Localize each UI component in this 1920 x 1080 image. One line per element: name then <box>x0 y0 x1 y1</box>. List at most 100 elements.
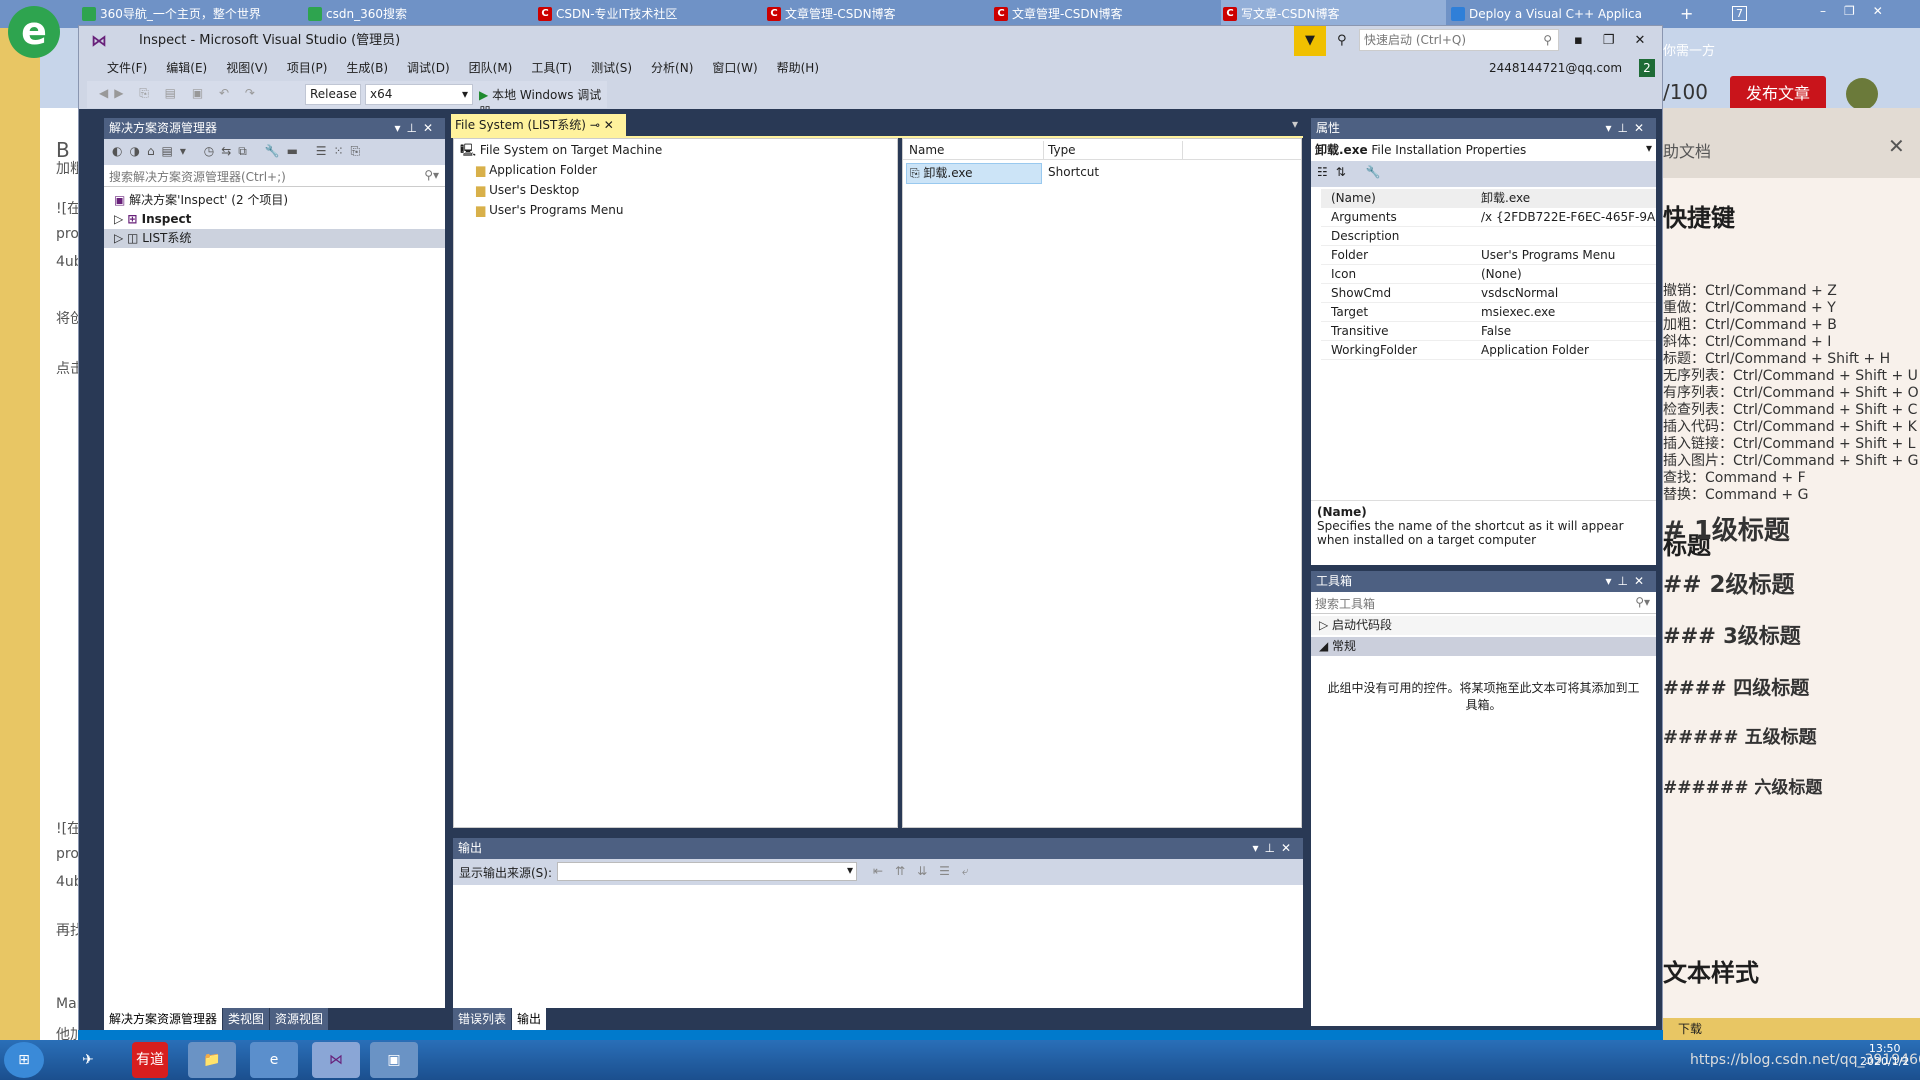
tab-bottom[interactable]: 输出 <box>512 1008 547 1030</box>
menu-item[interactable]: 编辑(E) <box>166 61 207 75</box>
menu-item[interactable]: 团队(M) <box>469 61 513 75</box>
notification-badge[interactable]: 2 <box>1639 59 1655 77</box>
menu-item[interactable]: 调试(D) <box>407 61 450 75</box>
tab-file-system[interactable]: File System (LIST系统) ⊸ ✕ <box>451 114 626 136</box>
taskbar-app-explorer[interactable]: 📁 <box>188 1042 236 1078</box>
window-controls[interactable]: –❐✕ <box>1820 4 1901 18</box>
solution-toolbar[interactable]: ◐◑⌂▤▾ ◷⇆⧉ 🔧▬ ☰⁙⎘ <box>104 139 445 165</box>
menu-item[interactable]: 工具(T) <box>531 61 572 75</box>
browser-tab[interactable]: C CSDN-专业IT技术社区 <box>536 0 761 28</box>
account-name[interactable]: 2448144721@qq.com <box>1489 56 1622 80</box>
configuration-select[interactable]: Release ▾ <box>305 84 361 120</box>
property-row[interactable]: ShowCmd vsdscNormal <box>1321 284 1656 303</box>
avatar[interactable] <box>1846 78 1878 110</box>
platform-select[interactable]: x64 ▾ <box>365 84 473 105</box>
document-menu-icon[interactable]: ▾ <box>1292 117 1298 131</box>
property-row[interactable]: Transitive False <box>1321 322 1656 341</box>
toolbox-group-snippets[interactable]: ▷ 启动代码段 <box>1311 616 1656 635</box>
menu-item[interactable]: 文件(F) <box>107 61 147 75</box>
visual-studio-window: ⋈ Inspect - Microsoft Visual Studio (管理员… <box>78 25 1663 1040</box>
tree-item-solution[interactable]: ▣ 解决方案'Inspect' (2 个项目) <box>104 191 445 210</box>
pin-icon[interactable]: ⊸ <box>590 118 600 132</box>
user-name[interactable]: 你需一方 <box>1663 40 1715 59</box>
property-row[interactable]: Description <box>1321 227 1656 246</box>
list-item[interactable]: ⎘ 卸载.exe Shortcut <box>903 163 1301 184</box>
tab-bottom[interactable]: 类视图 <box>223 1008 270 1030</box>
menu-item[interactable]: 项目(P) <box>287 61 328 75</box>
menu-item[interactable]: 窗口(W) <box>712 61 757 75</box>
panel-buttons[interactable]: ▾⊥✕ <box>1605 571 1650 592</box>
tree-item-users-desktop[interactable]: ▆ User's Desktop <box>454 181 897 200</box>
column-name[interactable]: Name <box>909 141 1044 160</box>
360-browser-logo[interactable]: e <box>8 6 60 58</box>
menu-item[interactable]: 分析(N) <box>651 61 693 75</box>
window-controls[interactable]: ▪❐✕ <box>1574 26 1665 56</box>
property-row[interactable]: Folder User's Programs Menu <box>1321 246 1656 265</box>
browser-tab[interactable]: C 文章管理-CSDN博客 <box>992 0 1217 28</box>
property-value[interactable]: (None) <box>1481 265 1656 284</box>
menu-item[interactable]: 帮助(H) <box>777 61 819 75</box>
tree-item-setup-project[interactable]: ▷ ◫ LIST系统 <box>104 229 445 248</box>
file-type: Shortcut <box>1048 165 1100 179</box>
property-value[interactable]: User's Programs Menu <box>1481 246 1656 265</box>
tab-label: File System (LIST系统) <box>455 118 586 132</box>
property-value[interactable]: False <box>1481 322 1656 341</box>
object-selector[interactable]: 卸载.exe File Installation Properties <box>1315 141 1526 158</box>
browser-tab[interactable]: C 写文章-CSDN博客 <box>1221 0 1446 28</box>
taskbar-app-visual-studio[interactable]: ⋈ <box>312 1042 360 1078</box>
tab-bottom[interactable]: 解决方案资源管理器 <box>104 1008 223 1030</box>
property-row[interactable]: Target msiexec.exe <box>1321 303 1656 322</box>
menu-item[interactable]: 生成(B) <box>346 61 388 75</box>
output-source-select[interactable]: ▾ <box>557 862 857 881</box>
panel-buttons[interactable]: ▾⊥✕ <box>1605 118 1650 139</box>
browser-tab[interactable]: C 文章管理-CSDN博客 <box>765 0 990 28</box>
new-tab-button[interactable]: + <box>1680 4 1693 23</box>
feedback-icon[interactable]: ⚲ <box>1337 26 1347 56</box>
browser-tab[interactable]: csdn_360搜索 <box>306 0 531 28</box>
output-tool-icons[interactable]: ⇤⇈⇊☰⤶ <box>873 864 981 879</box>
chevron-down-icon[interactable]: ▾ <box>1646 141 1652 155</box>
properties-toolbar[interactable]: ☷⇅ 🔧 <box>1311 161 1656 187</box>
properties-panel: 属性 ▾⊥✕ 卸载.exe File Installation Propertie… <box>1311 118 1656 565</box>
property-value[interactable]: 卸载.exe <box>1481 189 1656 208</box>
start-button[interactable]: ⊞ <box>4 1042 44 1078</box>
tab-bottom[interactable]: 资源视图 <box>270 1008 329 1030</box>
column-type[interactable]: Type <box>1048 141 1183 160</box>
download-link[interactable]: 下载 <box>1663 1018 1920 1040</box>
panel-buttons[interactable]: ▾⊥✕ <box>394 118 439 139</box>
tree-item-users-programs-menu[interactable]: ▆ User's Programs Menu <box>454 201 897 220</box>
solution-search-input[interactable]: 搜索解决方案资源管理器(Ctrl+;) ⚲▾ <box>104 165 445 187</box>
tree-item-project[interactable]: ▷ ⊞ Inspect <box>104 210 445 229</box>
clock[interactable]: 13:50 2020/1/2 <box>1860 1042 1909 1068</box>
taskbar-app-feishu[interactable]: ✈ <box>64 1042 112 1078</box>
property-value[interactable]: /x {2FDB722E-F6EC-465F-9A7E <box>1481 208 1656 227</box>
property-value[interactable]: Application Folder <box>1481 341 1656 360</box>
close-icon[interactable]: ✕ <box>1888 134 1905 158</box>
tab-count[interactable]: 7 <box>1732 6 1747 21</box>
close-icon[interactable]: ✕ <box>604 118 614 132</box>
menu-item[interactable]: 测试(S) <box>591 61 632 75</box>
property-value[interactable]: vsdscNormal <box>1481 284 1656 303</box>
filter-icon[interactable]: ▼ <box>1294 26 1326 56</box>
property-row[interactable]: WorkingFolder Application Folder <box>1321 341 1656 360</box>
search-placeholder: 搜索工具箱 <box>1315 597 1376 611</box>
property-value[interactable]: msiexec.exe <box>1481 303 1656 322</box>
property-row[interactable]: (Name) 卸载.exe <box>1321 189 1656 208</box>
tab-bottom[interactable]: 错误列表 <box>453 1008 512 1030</box>
browser-tab[interactable]: Deploy a Visual C++ Applica <box>1449 0 1674 28</box>
toolbox-group-general[interactable]: ◢ 常规 <box>1311 637 1656 656</box>
navigate-icons[interactable]: ◀▶ ⎘ ▤ ▣ ↶ ↷ <box>99 86 261 101</box>
browser-tab[interactable]: 360导航_一个主页，整个世界 <box>80 0 305 28</box>
publish-button[interactable]: 发布文章 <box>1730 76 1826 112</box>
property-row[interactable]: Arguments/x {2FDB722E-F6EC-465F-9A7E <box>1321 208 1656 227</box>
taskbar-app-other[interactable]: ▣ <box>370 1042 418 1078</box>
taskbar-app-youdao[interactable]: 有道 <box>132 1042 168 1078</box>
menu-item[interactable]: 视图(V) <box>226 61 268 75</box>
tree-item-target-machine[interactable]: 🖳 File System on Target Machine <box>454 141 897 160</box>
panel-buttons[interactable]: ▾⊥✕ <box>1252 838 1297 859</box>
tree-item-application-folder[interactable]: ▆ Application Folder <box>454 161 897 180</box>
toolbox-search-input[interactable]: 搜索工具箱 ⚲▾ <box>1311 592 1656 614</box>
property-row[interactable]: Icon (None) <box>1321 265 1656 284</box>
taskbar-app-360browser[interactable]: e <box>250 1042 298 1078</box>
quick-launch-input[interactable]: 快速启动 (Ctrl+Q) ⚲ <box>1359 29 1559 51</box>
